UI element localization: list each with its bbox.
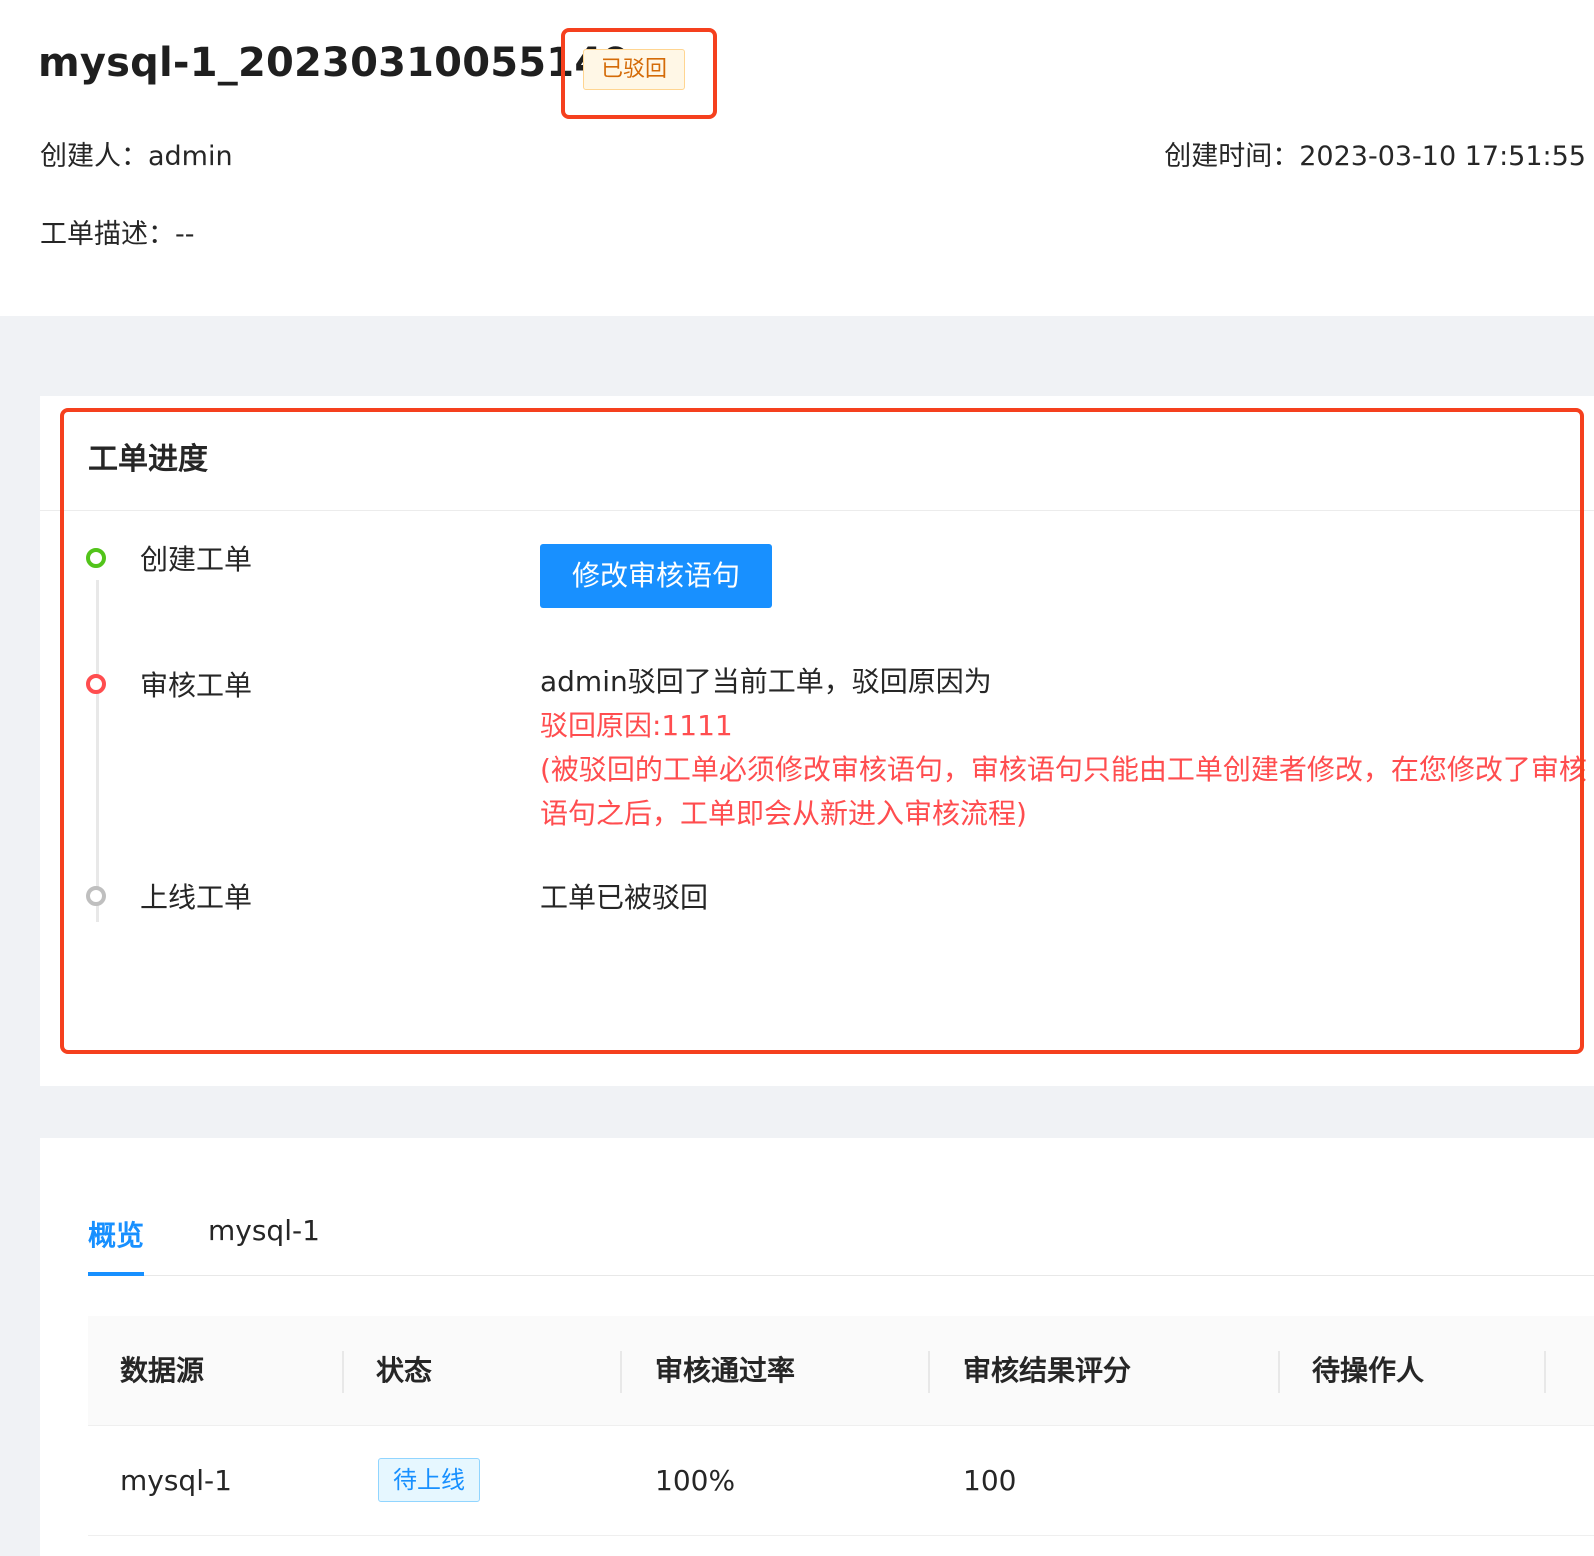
column-separator	[1544, 1351, 1546, 1393]
column-header-status: 状态	[376, 1354, 433, 1387]
cell-score: 100	[963, 1464, 1017, 1497]
column-header-operator: 待操作人	[1312, 1354, 1425, 1387]
cell-datasource: mysql-1	[120, 1464, 232, 1497]
created-time: 创建时间：2023-03-10 17:51:55	[1164, 141, 1586, 172]
progress-highlight-box	[60, 408, 1584, 1054]
column-header-datasource: 数据源	[120, 1354, 205, 1387]
detail-card: 概览 mysql-1 数据源 状态 审核通过率 审核结果评分 待操作人 mysq…	[40, 1138, 1594, 1556]
workorder-description: 工单描述：--	[40, 219, 195, 250]
column-header-pass-rate: 审核通过率	[655, 1354, 796, 1387]
workorder-detail-page: mysql-1_20230310055149 已驳回 创建人：admin 创建时…	[0, 0, 1594, 1556]
row-status-badge: 待上线	[378, 1458, 480, 1502]
column-separator	[1278, 1351, 1280, 1393]
cell-pass-rate: 100%	[655, 1464, 736, 1497]
column-separator	[342, 1351, 344, 1393]
creator-info: 创建人：admin	[40, 141, 233, 172]
table-header: 数据源 状态 审核通过率 审核结果评分 待操作人	[88, 1316, 1594, 1426]
tabs-divider	[88, 1275, 1594, 1276]
column-header-score: 审核结果评分	[963, 1354, 1132, 1387]
active-tab-indicator	[88, 1272, 144, 1276]
table-row[interactable]: mysql-1 待上线 100% 100	[88, 1426, 1594, 1536]
column-separator	[928, 1351, 930, 1393]
tab-overview[interactable]: 概览	[88, 1214, 144, 1254]
workorder-title: mysql-1_20230310055149	[38, 40, 631, 86]
tab-mysql-1[interactable]: mysql-1	[208, 1214, 320, 1247]
column-separator	[620, 1351, 622, 1393]
workorder-header: mysql-1_20230310055149 已驳回 创建人：admin 创建时…	[0, 0, 1594, 316]
status-highlight-box	[561, 28, 717, 119]
